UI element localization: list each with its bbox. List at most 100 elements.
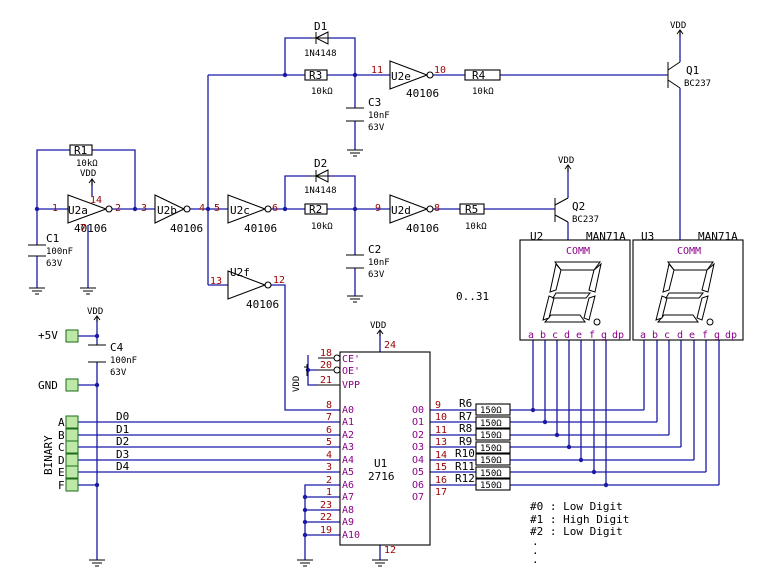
q2-ref: Q2 — [572, 200, 585, 213]
r4-value: 10kΩ — [472, 87, 494, 97]
note-2: #2 : Low Digit — [530, 525, 623, 538]
u3-seg-g: g — [714, 330, 720, 341]
gnd-label: GND — [38, 379, 58, 392]
u3-seg-d: d — [677, 330, 683, 341]
plus5v-label: +5V — [38, 329, 58, 342]
addr-a2: A2 — [342, 430, 354, 441]
addr-a4: A4 — [342, 455, 354, 466]
u3-seg-a: a — [640, 330, 646, 341]
addr-a0: A0 — [342, 405, 354, 416]
u2f-part: 40106 — [246, 298, 279, 311]
addr-pin-8: 23 — [320, 500, 332, 511]
d1-part: 1N4148 — [304, 49, 337, 59]
u1-gnd-pin: 12 — [384, 545, 396, 556]
r1-value: 10kΩ — [76, 159, 98, 169]
addr-a9: A9 — [342, 517, 354, 528]
vdd-label-u1: VDD — [370, 321, 386, 331]
bus-d2: D2 — [116, 435, 129, 448]
d2-ref: D2 — [314, 157, 327, 170]
c3-value: 10nF — [368, 111, 390, 121]
ctrl-ce: CE' — [342, 354, 360, 365]
u2-seg-d: d — [564, 330, 570, 341]
q1-part: BC237 — [684, 79, 711, 89]
data-o5: O5 — [412, 467, 424, 478]
u2f-in-pin: 13 — [210, 276, 222, 287]
vdd-label-q1: VDD — [670, 21, 686, 31]
u2f-ref: U2f — [230, 266, 250, 279]
u2a-ref: U2a — [68, 204, 88, 217]
u2-seg-dp: dp — [612, 330, 624, 341]
data-pin-1: 10 — [435, 412, 447, 423]
u3-seg-c: c — [664, 330, 670, 341]
r8-ref: R8 — [459, 422, 472, 435]
bus-d4: D4 — [116, 460, 130, 473]
u2-seg-g: g — [601, 330, 607, 341]
data-o1: O1 — [412, 417, 424, 428]
r10-ref: R10 — [455, 447, 475, 460]
c4-value: 100nF — [110, 356, 137, 366]
addr-pin-10: 19 — [320, 525, 332, 536]
terminal-c-label: C — [58, 441, 65, 454]
u3-seg-b: b — [652, 330, 658, 341]
addr-a6: A6 — [342, 480, 354, 491]
u3-comm-label: COMM — [677, 246, 701, 257]
binary-connector-title: BINARY — [42, 435, 55, 475]
u2-seg-f: f — [589, 330, 595, 341]
u2a-vdd-pin: 14 — [90, 195, 102, 206]
ctrl-pin-1: 20 — [320, 360, 332, 371]
u2e-in-pin: 11 — [371, 65, 383, 76]
u2d-in-pin: 9 — [375, 203, 381, 214]
addr-pin-9: 22 — [320, 512, 332, 523]
addr-pin-4: 4 — [326, 450, 332, 461]
addr-pin-0: 8 — [326, 400, 332, 411]
u3-seg-f: f — [702, 330, 708, 341]
data-pin-2: 11 — [435, 425, 447, 436]
r4-ref: R4 — [472, 69, 486, 82]
u1-part: 2716 — [368, 470, 395, 483]
data-pin-4: 14 — [435, 450, 447, 461]
addr-a5: A5 — [342, 467, 354, 478]
u2-display-part: MAN71A — [586, 230, 626, 243]
terminal-f-label: F — [58, 479, 65, 492]
u2b-out-pin: 4 — [199, 203, 205, 214]
r6-value: 150Ω — [480, 406, 502, 416]
r3-value: 10kΩ — [311, 87, 333, 97]
q1-ref: Q1 — [686, 64, 699, 77]
r2-value: 10kΩ — [311, 222, 333, 232]
addr-a7: A7 — [342, 492, 354, 503]
q2-part: BC237 — [572, 215, 599, 225]
r10-value: 150Ω — [480, 456, 502, 466]
data-o7: O7 — [412, 492, 424, 503]
note-0: #0 : Low Digit — [530, 500, 623, 513]
u2a-part: 40106 — [74, 222, 107, 235]
data-o4: O4 — [412, 455, 424, 466]
u2b-part: 40106 — [170, 222, 203, 235]
u2e-part: 40106 — [406, 87, 439, 100]
notes-block: #0 : Low Digit #1 : High Digit #2 : Low … — [530, 500, 629, 566]
data-o0: O0 — [412, 405, 424, 416]
u2c-part: 40106 — [244, 222, 277, 235]
vdd-label-u2a: VDD — [80, 169, 96, 179]
r12-ref: R12 — [455, 472, 475, 485]
data-o3: O3 — [412, 442, 424, 453]
u2a-gnd-pin: 7 — [80, 223, 86, 234]
terminal-e-label: E — [58, 466, 65, 479]
seg-resistor-values: 150Ω 150Ω 150Ω 150Ω 150Ω 150Ω 150Ω — [480, 406, 502, 491]
data-pin-0: 9 — [435, 400, 441, 411]
c1-value: 100nF — [46, 247, 73, 257]
c3-voltage: 63V — [368, 123, 385, 133]
addr-a8: A8 — [342, 505, 354, 516]
data-pin-6: 16 — [435, 475, 447, 486]
terminal-a-label: A — [58, 416, 65, 429]
u2d-part: 40106 — [406, 222, 439, 235]
r9-value: 150Ω — [480, 444, 502, 454]
u2-comm-label: COMM — [566, 246, 590, 257]
u2a-out-pin: 2 — [115, 203, 121, 214]
schematic-canvas: U2a 40106 1 2 14 7 U2b 40106 3 4 U2c 401… — [0, 0, 761, 578]
u3-seg-e: e — [689, 330, 695, 341]
r11-value: 150Ω — [480, 469, 502, 479]
addr-pin-5: 3 — [326, 462, 332, 473]
c4-voltage: 63V — [110, 368, 127, 378]
r7-value: 150Ω — [480, 419, 502, 429]
transistor-symbols — [554, 61, 681, 223]
